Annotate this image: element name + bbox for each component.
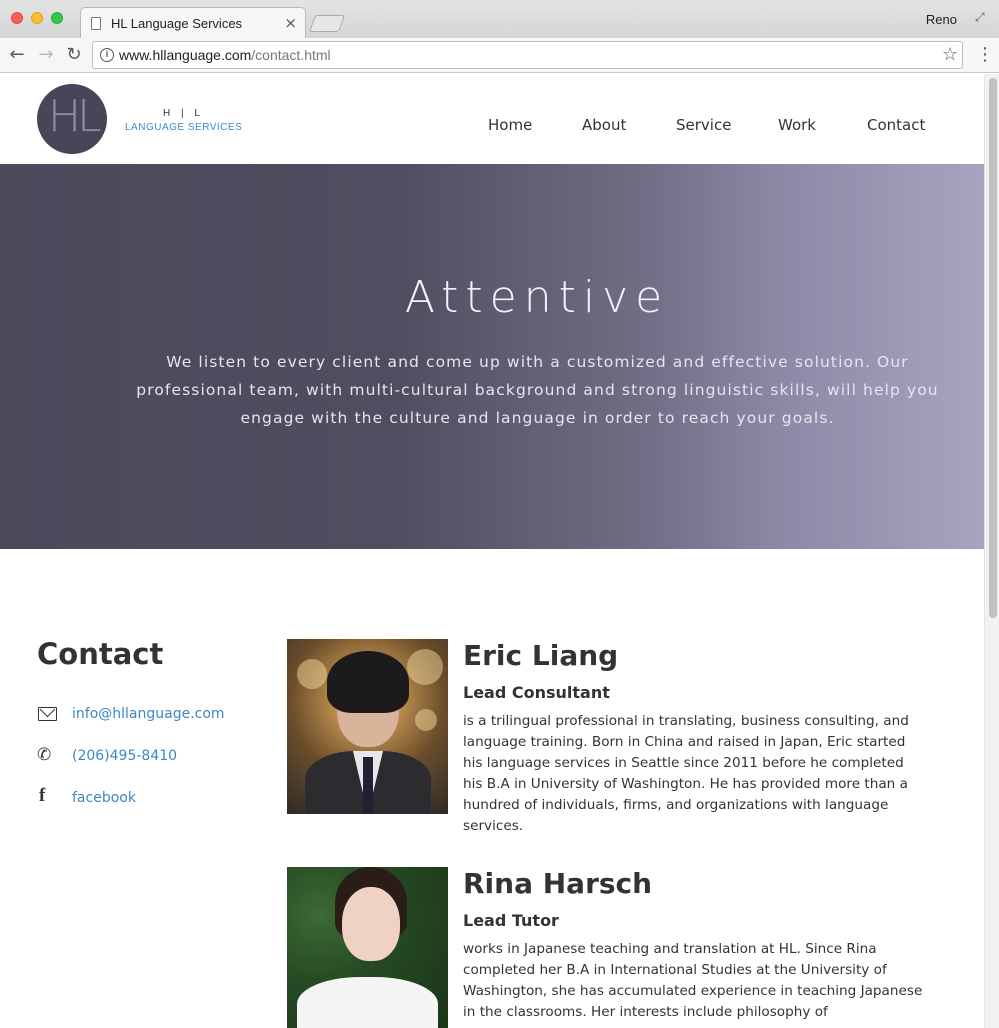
url-domain: www.hllanguage.com: [119, 47, 252, 63]
page-scrollbar[interactable]: [984, 74, 999, 1028]
facebook-link[interactable]: facebook: [72, 790, 136, 806]
rina-harsch-photo: [287, 867, 448, 1028]
person-bio: works in Japanese teaching and translati…: [463, 941, 923, 1020]
person-bio: is a trilingual professional in translat…: [463, 713, 909, 834]
person-role: Lead Tutor: [463, 911, 559, 930]
profile-name[interactable]: Reno: [926, 12, 957, 27]
person-name: Eric Liang: [463, 639, 619, 672]
browser-menu-icon[interactable]: ⋮: [976, 44, 994, 66]
logo-text-top: H | L: [163, 108, 204, 119]
contact-heading: Contact: [37, 637, 164, 671]
page-icon: [91, 17, 101, 30]
scrollbar-thumb[interactable]: [989, 78, 997, 618]
url-text[interactable]: www.hllanguage.com/contact.html: [119, 47, 331, 63]
envelope-icon: [37, 703, 59, 725]
nav-home[interactable]: Home: [488, 116, 532, 134]
browser-titlebar: HL Language Services × Reno ⤢: [0, 0, 999, 39]
logo-text-bottom: LANGUAGE SERVICES: [125, 122, 243, 133]
person-role: Lead Consultant: [463, 683, 610, 702]
logo-monogram: HL: [48, 91, 102, 142]
site-header: HL H | L LANGUAGE SERVICES Home About Se…: [0, 74, 984, 164]
tab-close-icon[interactable]: ×: [284, 14, 297, 32]
info-icon[interactable]: i: [100, 48, 114, 62]
zoom-window-button[interactable]: [51, 12, 63, 24]
page-viewport: HL H | L LANGUAGE SERVICES Home About Se…: [0, 74, 984, 1028]
url-path: /contact.html: [251, 47, 331, 63]
person-name: Rina Harsch: [463, 867, 653, 900]
browser-tab[interactable]: HL Language Services ×: [80, 7, 306, 39]
reload-icon[interactable]: ↻: [63, 44, 85, 66]
hero-text: We listen to every client and come up wi…: [136, 353, 939, 427]
tab-title: HL Language Services: [111, 16, 243, 31]
email-link[interactable]: info@hllanguage.com: [72, 706, 225, 722]
nav-contact[interactable]: Contact: [867, 116, 925, 134]
hero-title: Attentive: [404, 272, 670, 323]
bookmark-star-icon[interactable]: ☆: [942, 44, 958, 65]
logo[interactable]: HL: [37, 84, 107, 154]
nav-about[interactable]: About: [582, 116, 626, 134]
browser-toolbar: ← → ↻ i www.hllanguage.com/contact.html …: [0, 38, 999, 73]
address-bar[interactable]: i www.hllanguage.com/contact.html ☆: [92, 41, 963, 69]
close-window-button[interactable]: [11, 12, 23, 24]
minimize-window-button[interactable]: [31, 12, 43, 24]
nav-service[interactable]: Service: [676, 116, 731, 134]
phone-icon: ✆: [37, 745, 52, 765]
nav-work[interactable]: Work: [778, 116, 816, 134]
new-tab-button[interactable]: [308, 15, 346, 32]
phone-link[interactable]: (206)495-8410: [72, 748, 177, 764]
forward-arrow-icon[interactable]: →: [35, 44, 57, 66]
facebook-icon: f: [39, 785, 46, 806]
eric-liang-photo: [287, 639, 448, 814]
fullscreen-icon[interactable]: ⤢: [975, 10, 989, 24]
back-arrow-icon[interactable]: ←: [6, 44, 28, 66]
hero-banner: Attentive We listen to every client and …: [0, 164, 984, 549]
